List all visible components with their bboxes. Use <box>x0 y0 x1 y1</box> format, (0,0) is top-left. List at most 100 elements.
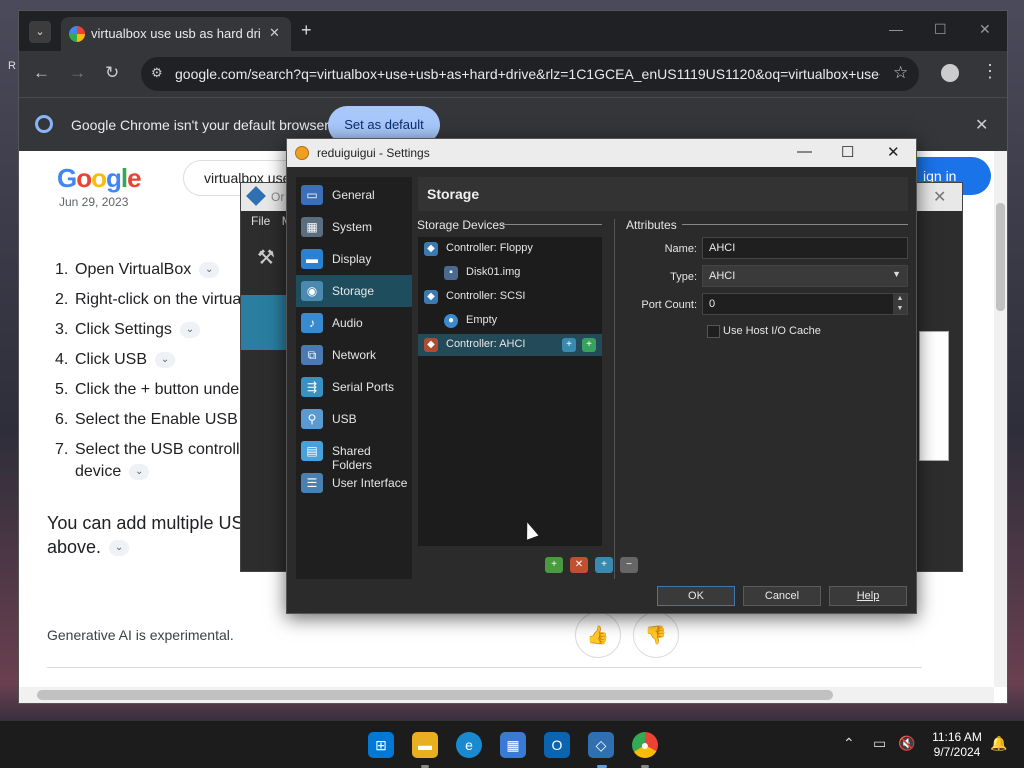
chrome-menu-icon[interactable]: ⋮ <box>981 61 999 82</box>
notification-bell-icon[interactable]: 🔔 <box>990 735 1007 752</box>
thumbs-down-icon[interactable]: 👎 <box>633 612 679 658</box>
vm-os-icon <box>295 146 309 160</box>
nav-item-network[interactable]: ⧉ Network <box>296 339 412 371</box>
horizontal-scroll-thumb[interactable] <box>37 690 833 700</box>
google-doodle-logo[interactable]: Google <box>57 163 142 194</box>
nav-item-serial-ports[interactable]: ⇶ Serial Ports <box>296 371 412 403</box>
manager-title: Or <box>271 190 285 204</box>
remove-attachment-icon[interactable]: − <box>620 557 638 573</box>
name-field[interactable]: AHCI <box>702 237 908 259</box>
nav-item-shared-folders[interactable]: ▤ Shared Folders <box>296 435 412 472</box>
dialog-close-button[interactable]: ✕ <box>887 143 900 161</box>
bookmark-star-icon[interactable]: ☆ <box>893 63 908 83</box>
nav-item-storage[interactable]: ◉ Storage <box>296 275 412 307</box>
forward-button[interactable]: → <box>69 63 86 83</box>
ahci-controller-icon: ◆ <box>424 338 438 352</box>
list-item: 4. Click USB ⌄ <box>55 351 248 381</box>
floppy-disk-icon: ▪ <box>444 266 458 280</box>
vertical-scrollbar[interactable] <box>994 151 1007 687</box>
add-attachment-icon[interactable]: + <box>595 557 613 573</box>
tree-item-disk01[interactable]: ▪ Disk01.img <box>418 262 602 284</box>
tray-overflow-chevron-icon[interactable]: ⌃ <box>843 735 855 752</box>
add-hard-disk-icon[interactable]: + <box>582 338 596 352</box>
desktop-fragment: R <box>8 60 16 72</box>
thumbs-up-icon[interactable]: 👍 <box>575 612 621 658</box>
attributes-heading: Attributes <box>626 218 677 232</box>
result-date: Jun 29, 2023 <box>59 195 129 209</box>
port-count-spinbox[interactable]: 0 ▲ ▼ <box>702 293 908 315</box>
chevron-down-icon[interactable]: ⌄ <box>129 463 150 480</box>
page-title-bar: Storage <box>418 177 908 211</box>
tree-item-ahci-controller[interactable]: ◆ Controller: AHCI + + <box>418 334 602 356</box>
horizontal-scrollbar[interactable] <box>19 687 994 703</box>
chrome-logo-icon <box>35 115 53 133</box>
nav-item-general[interactable]: ▭ General <box>296 179 412 211</box>
nav-item-user-interface[interactable]: ☰ User Interface <box>296 467 412 499</box>
heading-divider <box>682 224 908 225</box>
back-button[interactable]: ← <box>33 63 50 83</box>
chevron-down-icon[interactable]: ⌄ <box>155 351 176 368</box>
file-explorer-icon[interactable]: ▬ <box>412 732 438 758</box>
nav-item-audio[interactable]: ♪ Audio <box>296 307 412 339</box>
reload-button[interactable]: ↻ <box>105 63 119 83</box>
remove-controller-icon[interactable]: ✕ <box>570 557 588 573</box>
chrome-icon[interactable]: ● <box>632 732 658 758</box>
profile-avatar-icon[interactable] <box>941 64 959 82</box>
preview-panel <box>919 331 949 461</box>
list-item: 3. Click Settings ⌄ <box>55 321 248 351</box>
type-select[interactable]: AHCI ▼ <box>702 265 908 287</box>
tab-close-icon[interactable]: ✕ <box>269 25 280 41</box>
tree-toolbar: + ✕ + − <box>545 555 645 573</box>
dialog-maximize-button[interactable]: ☐ <box>841 143 854 161</box>
optical-disc-icon: ● <box>444 314 458 328</box>
google-favicon-icon <box>69 26 85 42</box>
windows-taskbar: ⊞ ▬ e ▦ O ◇ ● ⌃ ▭ 🔇 11:16 AM 9/7/2024 🔔 <box>0 720 1024 768</box>
name-label: Name: <box>664 243 697 255</box>
storage-tree[interactable]: ◆ Controller: Floppy ▪ Disk01.img ◆ Control… <box>418 237 602 546</box>
list-item: 2. Right-click on the virtua <box>55 291 242 308</box>
microsoft-store-icon[interactable]: ▦ <box>500 732 526 758</box>
tree-item-floppy-controller[interactable]: ◆ Controller: Floppy <box>418 238 602 260</box>
outlook-icon[interactable]: O <box>544 732 570 758</box>
use-host-io-cache-checkbox[interactable] <box>707 325 720 338</box>
ok-button[interactable]: OK <box>657 586 735 606</box>
pane-separator <box>614 219 615 579</box>
spin-arrows-icon[interactable]: ▲ ▼ <box>893 294 907 314</box>
virtualbox-icon[interactable]: ◇ <box>588 732 614 758</box>
chevron-down-icon[interactable]: ⌄ <box>179 321 200 338</box>
nav-item-usb[interactable]: ⚲ USB <box>296 403 412 435</box>
new-tab-button[interactable]: + <box>301 20 312 41</box>
list-item: 6. Select the Enable USB <box>55 411 238 428</box>
chevron-down-icon[interactable]: ⌄ <box>109 540 130 557</box>
browser-tab[interactable]: virtualbox use usb as hard drive ✕ <box>61 17 291 51</box>
volume-muted-icon[interactable]: 🔇 <box>898 735 915 752</box>
tools-icon[interactable]: ⚒ <box>257 245 275 270</box>
nav-item-system[interactable]: ▦ System <box>296 211 412 243</box>
minimize-button[interactable]: — <box>889 21 903 37</box>
file-menu[interactable]: File <box>251 214 270 228</box>
dialog-minimize-button[interactable]: — <box>797 143 812 160</box>
add-controller-icon[interactable]: + <box>545 557 563 573</box>
nav-item-display[interactable]: ▬ Display <box>296 243 412 275</box>
heading-divider <box>502 224 602 225</box>
settings-dialog: reduiguigui - Settings — ☐ ✕ ▭ General ▦ S… <box>286 138 917 614</box>
site-info-icon[interactable]: ⚙ <box>151 65 163 81</box>
network-tray-icon[interactable]: ▭ <box>873 735 886 752</box>
chevron-down-icon[interactable]: ⌄ <box>199 261 220 278</box>
tree-item-scsi-controller[interactable]: ◆ Controller: SCSI <box>418 286 602 308</box>
manager-close-icon[interactable]: ✕ <box>933 187 946 207</box>
edge-icon[interactable]: e <box>456 732 482 758</box>
cancel-button[interactable]: Cancel <box>743 586 821 606</box>
maximize-button[interactable]: ☐ <box>934 21 947 38</box>
add-optical-drive-icon[interactable]: + <box>562 338 576 352</box>
vertical-scroll-thumb[interactable] <box>996 203 1005 311</box>
taskbar-clock[interactable]: 11:16 AM 9/7/2024 <box>926 730 988 760</box>
help-button[interactable]: Help <box>829 586 907 606</box>
address-bar[interactable]: ⚙ google.com/search?q=virtualbox+use+usb… <box>141 57 919 91</box>
tree-item-empty-optical[interactable]: ● Empty <box>418 310 602 332</box>
start-button-icon[interactable]: ⊞ <box>368 732 394 758</box>
close-window-button[interactable]: ✕ <box>979 21 991 38</box>
infobar-close-icon[interactable]: ✕ <box>975 115 988 135</box>
chevron-down-icon: ▼ <box>892 269 901 279</box>
tab-search-button[interactable]: ⌄ <box>29 21 51 43</box>
